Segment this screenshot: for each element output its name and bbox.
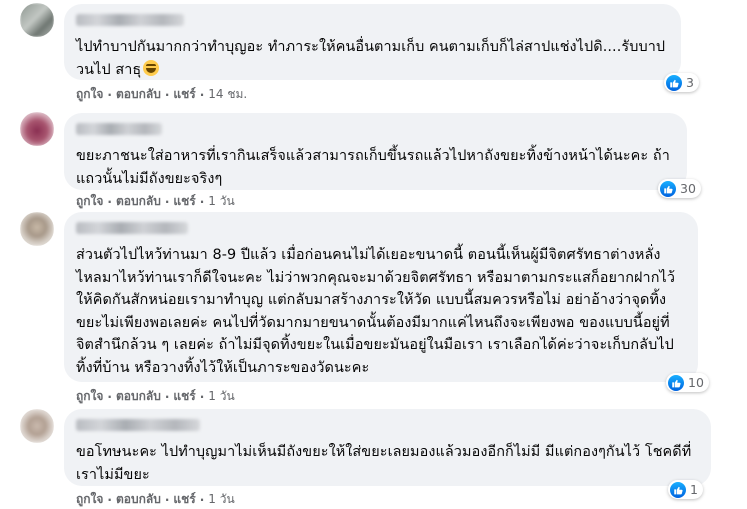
like-button[interactable]: ถูกใจ bbox=[76, 490, 103, 509]
share-button[interactable]: แชร์ bbox=[173, 85, 195, 104]
reaction-count[interactable]: 10 bbox=[666, 373, 709, 392]
avatar[interactable] bbox=[20, 3, 54, 37]
author-name-blurred[interactable] bbox=[76, 419, 200, 431]
separator: · bbox=[107, 194, 112, 209]
reaction-count[interactable]: 3 bbox=[664, 73, 699, 92]
comment-bubble: ส่วนตัวไปไหว้ท่านมา 8-9 ปีแล้ว เมื่อก่อน… bbox=[64, 212, 698, 382]
comment-text: ไปทำบาปกันมากกว่าทำบุญอะ ทำภาระให้คนอื่น… bbox=[76, 39, 666, 78]
reaction-count[interactable]: 30 bbox=[658, 179, 701, 198]
separator: · bbox=[199, 492, 205, 507]
timestamp[interactable]: 14 ชม. bbox=[208, 85, 247, 104]
comment-bubble: ขอโทษนะคะ ไปทำบุญมาไม่เห็นมีถังขยะให้ใส่… bbox=[64, 409, 711, 486]
separator: · bbox=[107, 87, 112, 102]
author-name-blurred[interactable] bbox=[76, 123, 162, 135]
reply-button[interactable]: ตอบกลับ bbox=[116, 490, 161, 509]
comment-actions: ถูกใจ · ตอบกลับ · แชร์ · 1 วัน bbox=[76, 490, 235, 509]
comment-text: ขยะภาชนะใส่อาหารที่เรากินเสร็จแล้วสามารถ… bbox=[76, 148, 670, 187]
avatar[interactable] bbox=[20, 212, 54, 246]
author-name-blurred[interactable] bbox=[76, 222, 188, 234]
share-button[interactable]: แชร์ bbox=[173, 192, 195, 211]
reply-button[interactable]: ตอบกลับ bbox=[116, 85, 161, 104]
timestamp[interactable]: 1 วัน bbox=[208, 192, 234, 211]
timestamp[interactable]: 1 วัน bbox=[208, 387, 234, 406]
share-button[interactable]: แชร์ bbox=[173, 490, 195, 509]
reply-button[interactable]: ตอบกลับ bbox=[116, 192, 161, 211]
reaction-number: 3 bbox=[686, 75, 694, 90]
comment-text: ขอโทษนะคะ ไปทำบุญมาไม่เห็นมีถังขยะให้ใส่… bbox=[76, 444, 692, 483]
comment-bubble: ขยะภาชนะใส่อาหารที่เรากินเสร็จแล้วสามารถ… bbox=[64, 113, 687, 190]
separator: · bbox=[107, 389, 112, 404]
comment-text: ส่วนตัวไปไหว้ท่านมา 8-9 ปีแล้ว เมื่อก่อน… bbox=[76, 247, 676, 376]
reaction-count[interactable]: 1 bbox=[668, 480, 703, 499]
comment-actions: ถูกใจ · ตอบกลับ · แชร์ · 1 วัน bbox=[76, 192, 235, 211]
comment-actions: ถูกใจ · ตอบกลับ · แชร์ · 1 วัน bbox=[76, 387, 235, 406]
separator: · bbox=[164, 492, 170, 507]
reply-button[interactable]: ตอบกลับ bbox=[116, 387, 161, 406]
like-icon bbox=[670, 481, 686, 498]
comment-bubble: ไปทำบาปกันมากกว่าทำบุญอะ ทำภาระให้คนอื่น… bbox=[64, 4, 681, 80]
reaction-number: 1 bbox=[690, 482, 698, 497]
like-button[interactable]: ถูกใจ bbox=[76, 85, 103, 104]
rofl-emoji-icon bbox=[143, 59, 160, 76]
author-name-blurred[interactable] bbox=[76, 14, 184, 26]
separator: · bbox=[107, 492, 112, 507]
like-button[interactable]: ถูกใจ bbox=[76, 387, 103, 406]
reaction-number: 10 bbox=[688, 375, 704, 390]
share-button[interactable]: แชร์ bbox=[173, 387, 195, 406]
timestamp[interactable]: 1 วัน bbox=[208, 490, 234, 509]
separator: · bbox=[164, 389, 170, 404]
separator: · bbox=[199, 389, 205, 404]
separator: · bbox=[164, 87, 170, 102]
like-button[interactable]: ถูกใจ bbox=[76, 192, 103, 211]
comment-actions: ถูกใจ · ตอบกลับ · แชร์ · 14 ชม. bbox=[76, 85, 247, 104]
like-icon bbox=[660, 180, 676, 197]
separator: · bbox=[199, 87, 205, 102]
avatar[interactable] bbox=[20, 409, 54, 443]
reaction-number: 30 bbox=[680, 181, 696, 196]
separator: · bbox=[199, 194, 205, 209]
avatar[interactable] bbox=[20, 112, 54, 146]
like-icon bbox=[668, 374, 684, 391]
like-icon bbox=[666, 74, 682, 91]
separator: · bbox=[164, 194, 170, 209]
